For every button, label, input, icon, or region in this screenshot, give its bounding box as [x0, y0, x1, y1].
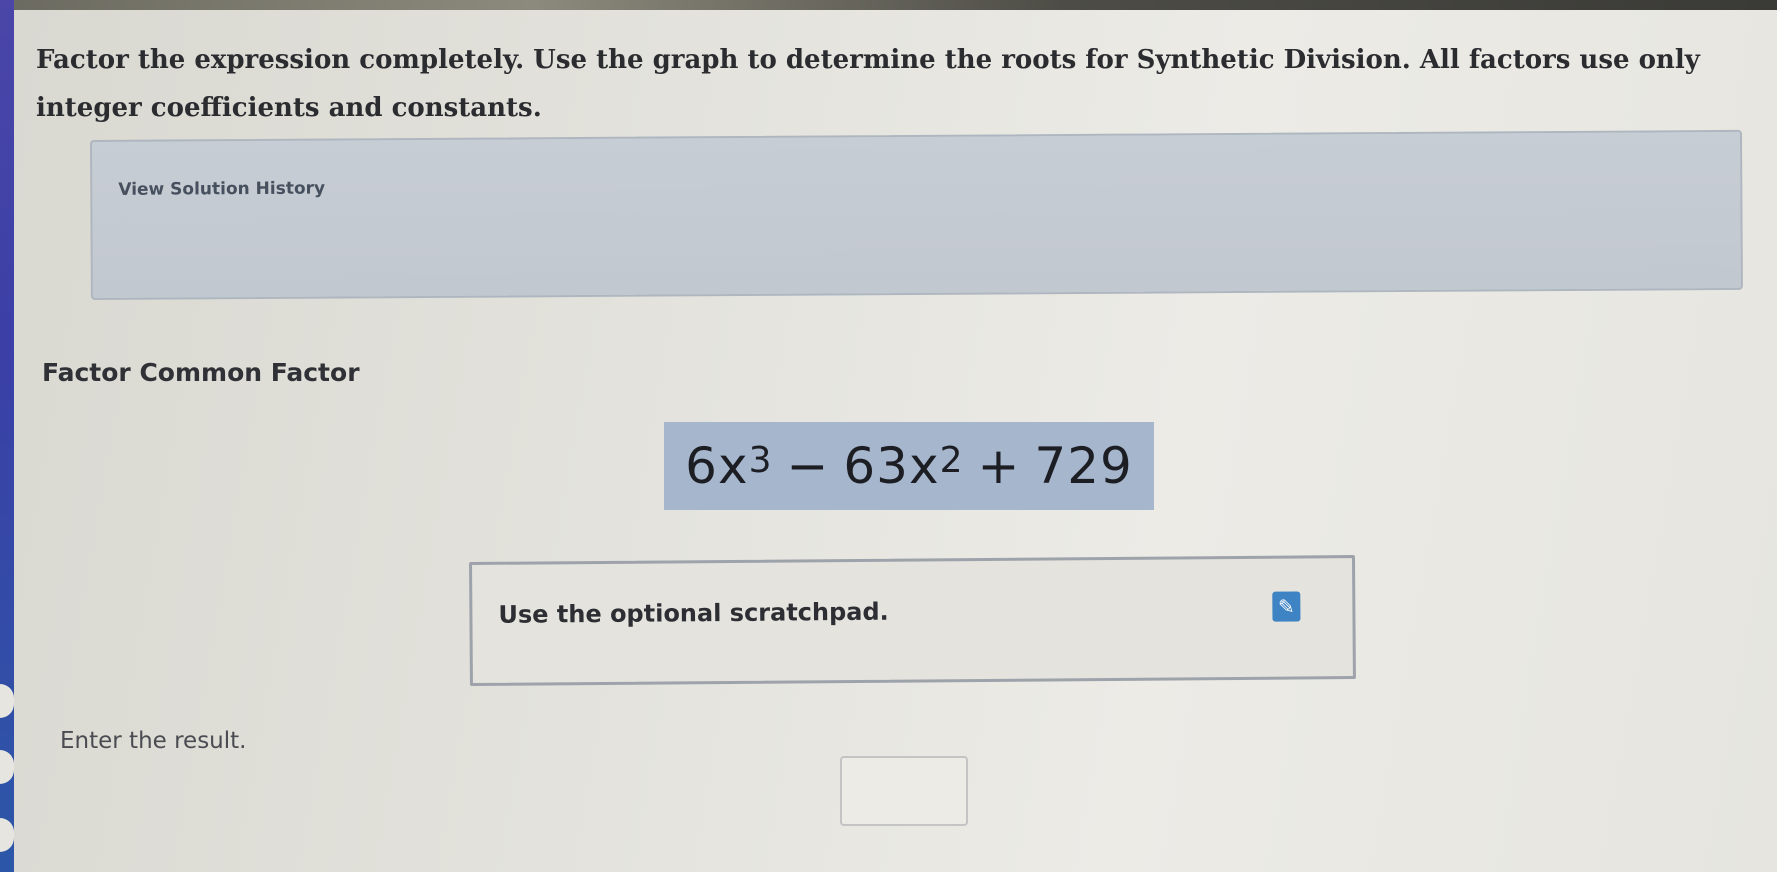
term1-coefficient: 6 — [685, 437, 718, 495]
operator-minus: − — [786, 437, 830, 495]
step-title: Factor Common Factor — [42, 358, 360, 387]
operator-plus: + — [977, 437, 1021, 495]
rail-tab[interactable] — [0, 818, 14, 852]
solution-history-panel: View Solution History — [90, 129, 1743, 300]
top-window-edge — [0, 0, 1777, 10]
pencil-icon[interactable]: ✎ — [1272, 591, 1301, 622]
term2-variable: x — [909, 437, 940, 495]
scratchpad-label: Use the optional scratchpad. — [498, 597, 889, 629]
question-instructions: Factor the expression completely. Use th… — [36, 45, 1700, 123]
view-solution-history-link[interactable]: View Solution History — [118, 179, 325, 200]
scratchpad-toggle[interactable]: Use the optional scratchpad. ✎ — [469, 555, 1356, 686]
polynomial-expression[interactable]: 6x3 − 63 x 2 + 729 — [664, 422, 1154, 510]
answer-prompt: Enter the result. — [60, 728, 247, 754]
rail-tab[interactable] — [0, 750, 14, 784]
rail-tab[interactable] — [0, 684, 14, 718]
constant-term: 729 — [1034, 437, 1133, 495]
question-page: Factor the expression completely. Use th… — [14, 10, 1777, 872]
term2-exponent: 2 — [939, 439, 964, 481]
term1-exponent: 3 — [748, 439, 773, 481]
term1-variable: x — [717, 437, 749, 495]
left-navigation-rail — [0, 0, 14, 872]
term2-coefficient: 63 — [843, 437, 909, 495]
answer-input[interactable] — [840, 756, 968, 826]
